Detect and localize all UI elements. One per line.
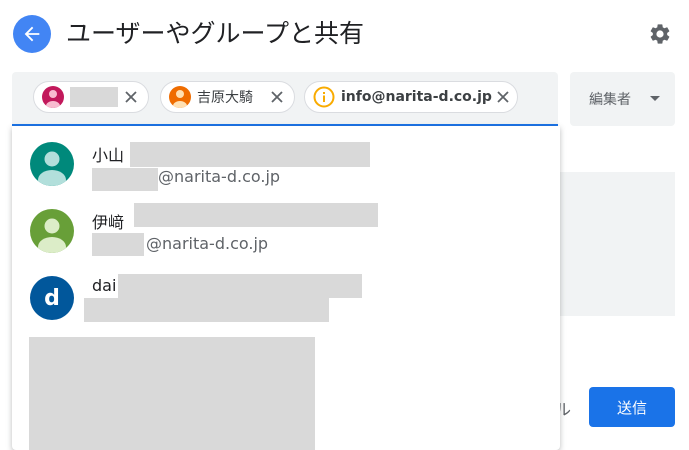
- recipient-chip[interactable]: info@narita-d.co.jp: [304, 81, 518, 113]
- redacted-block: [92, 168, 158, 191]
- avatar: [42, 86, 64, 108]
- settings-button[interactable]: [648, 22, 672, 46]
- suggestion-item[interactable]: 伊﨑 @narita-d.co.jp: [12, 199, 560, 265]
- arrow-back-icon: [24, 26, 40, 42]
- redacted-block: [130, 142, 370, 167]
- chip-label: 吉原大騎: [197, 90, 253, 106]
- recipient-chip[interactable]: 吉原大騎: [160, 81, 295, 113]
- close-icon: [271, 91, 283, 103]
- avatar-letter: d: [44, 285, 60, 311]
- suggestion-name: 小山: [92, 146, 125, 165]
- message-area[interactable]: [560, 172, 675, 316]
- chip-label: [70, 87, 118, 107]
- gear-icon: [650, 24, 670, 44]
- suggestion-item[interactable]: 小山 @narita-d.co.jp: [12, 132, 560, 198]
- redacted-block: [118, 274, 362, 298]
- role-dropdown[interactable]: 編集者: [570, 72, 675, 126]
- send-button[interactable]: 送信: [589, 387, 675, 427]
- avatar: [30, 209, 74, 253]
- avatar: [169, 86, 191, 108]
- suggestion-name: dai: [92, 276, 117, 295]
- recipient-input[interactable]: 吉原大騎 info@narita-d.co.jp: [12, 72, 558, 126]
- close-icon: [497, 91, 509, 103]
- suggestion-email: @narita-d.co.jp: [158, 167, 281, 186]
- redacted-block: [134, 203, 378, 227]
- recipient-chip[interactable]: [33, 81, 149, 113]
- remove-chip-button[interactable]: [266, 86, 288, 108]
- chevron-down-icon: [650, 96, 660, 101]
- avatar: d: [30, 276, 74, 320]
- chip-label: info@narita-d.co.jp: [341, 89, 492, 105]
- close-icon: [125, 91, 137, 103]
- redacted-block: [84, 298, 329, 322]
- suggestion-email: @narita-d.co.jp: [146, 234, 269, 253]
- info-icon: [313, 86, 335, 108]
- suggestion-name: 伊﨑: [92, 213, 125, 232]
- role-label: 編集者: [589, 92, 631, 108]
- suggestion-item[interactable]: d dai: [12, 266, 560, 332]
- remove-chip-button[interactable]: [492, 86, 514, 108]
- back-button[interactable]: [13, 15, 51, 53]
- remove-chip-button[interactable]: [120, 86, 142, 108]
- redacted-block: [29, 337, 315, 450]
- avatar: [30, 142, 74, 186]
- suggestion-list: 小山 @narita-d.co.jp 伊﨑 @narita-d.co.jp d …: [12, 126, 560, 450]
- dialog-title: ユーザーやグループと共有: [66, 19, 365, 48]
- redacted-block: [92, 233, 144, 256]
